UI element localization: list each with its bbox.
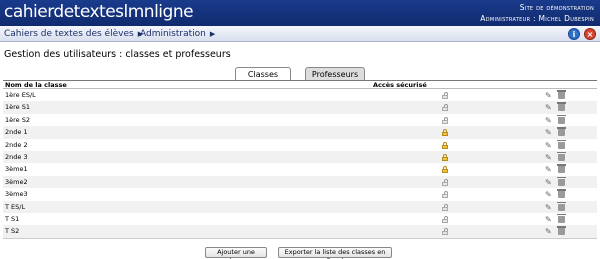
- trash-icon[interactable]: [557, 176, 566, 186]
- edit-icon[interactable]: ✎: [545, 164, 552, 175]
- edit-icon[interactable]: ✎: [545, 189, 552, 200]
- lock-closed-icon[interactable]: [442, 129, 448, 137]
- lock-open-icon[interactable]: [442, 215, 448, 223]
- lock-body: [442, 169, 448, 174]
- edit-icon[interactable]: ✎: [545, 152, 552, 163]
- trash-icon[interactable]: [557, 213, 566, 223]
- trash-icon[interactable]: [557, 226, 566, 236]
- col-header-name: Nom de la classe: [5, 81, 67, 89]
- trash-icon[interactable]: [557, 90, 566, 99]
- lock-open-icon[interactable]: [442, 228, 448, 236]
- table-row: 3ème1 ✎: [3, 163, 597, 176]
- lock-open-icon[interactable]: [442, 104, 448, 112]
- lock-open-icon[interactable]: [442, 178, 448, 186]
- lock-open-icon[interactable]: [442, 116, 448, 124]
- class-name: 2nde 1: [5, 128, 28, 137]
- trash-icon[interactable]: [557, 127, 566, 137]
- edit-icon[interactable]: ✎: [545, 202, 552, 213]
- lock-body: [442, 194, 448, 199]
- edit-icon[interactable]: ✎: [545, 214, 552, 225]
- page-title: Gestion des utilisateurs : classes et pr…: [4, 49, 231, 60]
- trash-icon[interactable]: [557, 114, 566, 124]
- lock-closed-icon[interactable]: [442, 166, 448, 174]
- class-name: 2nde 3: [5, 152, 28, 161]
- export-excel-button[interactable]: Exporter la liste des classes en Excel: [278, 247, 392, 259]
- table-body: 1ère ES/L ✎ 1ère S1 ✎ 1ère S2 ✎ 2nde 1 ✎ 2nde 2 ✎…: [3, 89, 597, 238]
- edit-icon[interactable]: ✎: [545, 177, 552, 188]
- table-row: T ES/L ✎: [3, 200, 597, 213]
- edit-icon[interactable]: ✎: [545, 127, 552, 138]
- class-name: 1ère S1: [5, 103, 30, 112]
- menu-administration[interactable]: Administration ▶: [140, 28, 215, 40]
- table-row: 1ère S1 ✎: [3, 101, 597, 114]
- lock-body: [442, 206, 448, 211]
- edit-icon[interactable]: ✎: [545, 90, 552, 101]
- class-name: T S2: [5, 227, 20, 236]
- app-header: cahierdetexteslmnligne Site de démonstra…: [0, 0, 600, 26]
- col-header-access: Accès sécurisé: [373, 81, 427, 89]
- tab-professeurs[interactable]: Professeurs: [305, 67, 365, 81]
- site-logo[interactable]: cahierdetexteslmnligne: [4, 1, 194, 23]
- edit-icon[interactable]: ✎: [545, 115, 552, 126]
- table-row: 1ère ES/L ✎: [3, 89, 597, 102]
- lock-body: [442, 95, 448, 99]
- table-row: 3ème2 ✎: [3, 175, 597, 189]
- lock-body: [442, 181, 448, 186]
- trash-icon[interactable]: [557, 139, 566, 149]
- lock-closed-icon[interactable]: [442, 153, 448, 161]
- arrow-right-icon: ▶: [209, 30, 216, 38]
- class-name: 1ère ES/L: [5, 91, 36, 99]
- table-row: 2nde 2 ✎: [3, 138, 597, 151]
- lock-open-icon[interactable]: [442, 203, 448, 211]
- site-name: Site de démonstration: [519, 3, 594, 12]
- lock-body: [442, 119, 448, 124]
- class-name: 1ère S2: [5, 115, 30, 124]
- info-icon[interactable]: i: [568, 28, 580, 40]
- lock-open-icon[interactable]: [442, 92, 448, 99]
- trash-icon[interactable]: [557, 102, 566, 112]
- edit-icon[interactable]: ✎: [545, 140, 552, 151]
- lock-body: [442, 156, 448, 161]
- table-row: 3ème3 ✎: [3, 188, 597, 201]
- menu-cahiers-label: Cahiers de textes des élèves: [4, 29, 134, 39]
- lock-body: [442, 107, 448, 112]
- table-row: 1ère S2 ✎: [3, 113, 597, 127]
- table-row: 2nde 1 ✎: [3, 126, 597, 139]
- lock-body: [442, 132, 448, 137]
- trash-icon[interactable]: [557, 189, 566, 199]
- table-bottom-border: [3, 237, 597, 239]
- add-class-button[interactable]: Ajouter une classe: [205, 247, 267, 259]
- lock-closed-icon[interactable]: [442, 141, 448, 149]
- class-name: 3ème3: [5, 190, 28, 199]
- close-icon[interactable]: ×: [584, 28, 596, 40]
- table-row: T S2 ✎: [3, 225, 597, 238]
- class-name: 2nde 2: [5, 140, 28, 149]
- admin-user: Administrateur : Michel Dubespin: [480, 14, 594, 23]
- trash-icon[interactable]: [557, 151, 566, 161]
- class-name: 3ème1: [5, 165, 28, 174]
- menu-administration-label: Administration: [140, 29, 206, 39]
- class-name: T S1: [5, 214, 20, 223]
- edit-icon[interactable]: ✎: [545, 226, 552, 237]
- trash-icon[interactable]: [557, 201, 566, 211]
- lock-body: [442, 144, 448, 149]
- lock-body: [442, 218, 448, 223]
- lock-open-icon[interactable]: [442, 191, 448, 199]
- menu-cahiers[interactable]: Cahiers de textes des élèves ▶: [4, 28, 143, 40]
- site-info: Site de démonstration Administrateur : M…: [480, 2, 594, 24]
- table-row: 2nde 3 ✎: [3, 150, 597, 164]
- table-row: T S1 ✎: [3, 212, 597, 226]
- class-name: 3ème2: [5, 177, 28, 186]
- table-header: Nom de la classe Accès sécurisé: [3, 80, 597, 89]
- classes-table: Nom de la classe Accès sécurisé 1ère ES/…: [3, 80, 597, 239]
- main-menu: Cahiers de textes des élèves ▶ Administra…: [0, 26, 600, 42]
- lock-body: [442, 231, 448, 236]
- tab-classes[interactable]: Classes: [235, 67, 291, 81]
- trash-icon[interactable]: [557, 164, 566, 174]
- class-name: T ES/L: [5, 202, 26, 211]
- edit-icon[interactable]: ✎: [545, 102, 552, 113]
